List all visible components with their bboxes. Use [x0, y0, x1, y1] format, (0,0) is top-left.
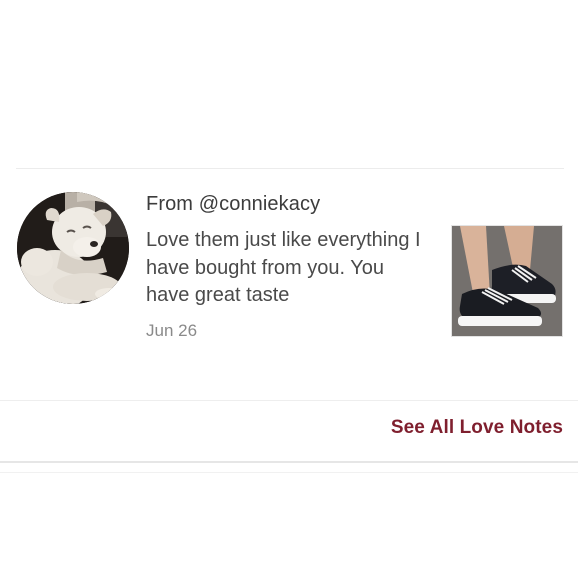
love-note-card: From @conniekacy Love them just like eve…: [0, 169, 578, 400]
love-note-content: From @conniekacy Love them just like eve…: [146, 191, 431, 342]
section-divider: [0, 400, 578, 401]
bottom-divider-secondary: [0, 472, 578, 473]
sneakers-product-icon: [452, 226, 562, 336]
product-thumbnail[interactable]: [451, 225, 563, 337]
note-message: Love them just like everything I have bo…: [146, 229, 421, 306]
love-notes-page: From @conniekacy Love them just like eve…: [0, 0, 578, 580]
dog-avatar-icon: [17, 192, 129, 304]
user-avatar[interactable]: [17, 192, 129, 304]
bottom-divider: [0, 461, 578, 463]
note-sender[interactable]: From @conniekacy: [146, 191, 431, 217]
note-date: Jun 26: [146, 320, 198, 340]
see-all-love-notes-link[interactable]: See All Love Notes: [391, 417, 563, 439]
